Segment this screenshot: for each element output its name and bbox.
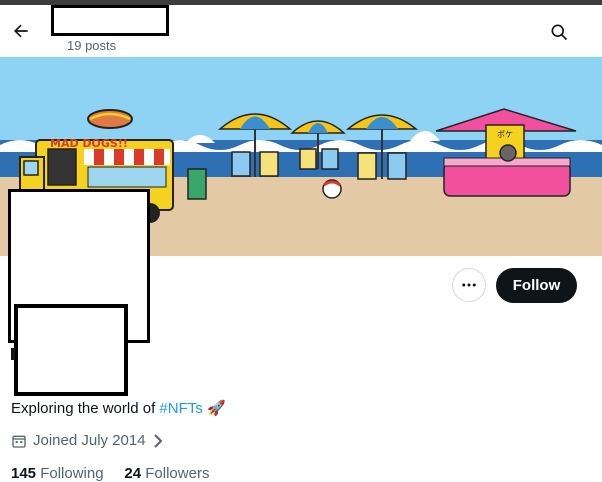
booth-sign: ポケ — [497, 130, 513, 139]
more-options-button[interactable] — [452, 268, 486, 302]
back-button[interactable] — [8, 18, 34, 44]
following-link[interactable]: 145 Following — [11, 465, 104, 482]
arrow-left-icon — [14, 24, 28, 38]
redacted-handle — [14, 304, 128, 396]
chevron-right-icon[interactable] — [152, 433, 164, 448]
calendar-icon — [12, 435, 26, 448]
followers-count: 24 — [124, 465, 142, 482]
search-button[interactable] — [546, 19, 572, 45]
more-horizontal-icon — [462, 283, 476, 287]
joined-label: Joined July 2014 — [33, 432, 146, 449]
search-icon — [551, 24, 568, 41]
profile-bio: Exploring the world of #NFTs 🚀 — [11, 399, 226, 417]
follow-button[interactable]: Follow — [496, 268, 577, 303]
join-date: Joined July 2014 — [11, 432, 164, 449]
bio-text: Exploring the world of — [11, 400, 160, 417]
rocket-emoji: 🚀 — [206, 400, 226, 417]
truck-sign: MAD DOGS!! — [50, 137, 128, 150]
following-label: Following — [36, 465, 104, 482]
followers-link[interactable]: 24 Followers — [124, 465, 209, 482]
name-fragment — [11, 348, 15, 360]
post-count: 19 posts — [67, 38, 117, 53]
followers-label: Followers — [141, 465, 210, 482]
following-count: 145 — [11, 465, 37, 482]
redacted-display-name — [51, 5, 169, 36]
hashtag-link[interactable]: #NFTs — [159, 400, 202, 417]
follow-stats: 145 Following 24 Followers — [11, 465, 209, 482]
